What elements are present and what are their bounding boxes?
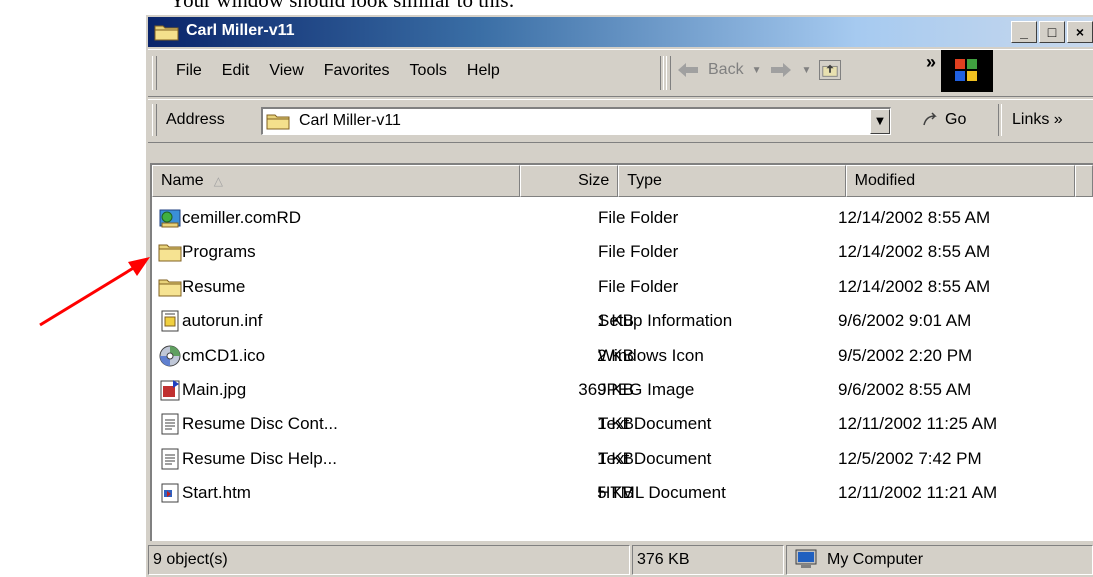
menu-toolbar: File Edit View Favorites Tools Help Back… — [148, 49, 1093, 97]
status-object-count: 9 object(s) — [148, 545, 630, 575]
title-bar[interactable]: Carl Miller-v11 _ □ × — [148, 17, 1093, 47]
minimize-button[interactable]: _ — [1011, 21, 1037, 43]
address-input[interactable]: Carl Miller-v11 ▼ — [261, 107, 891, 135]
up-folder-icon[interactable] — [819, 60, 842, 80]
instruction-caption: Your window should look similar to this: — [170, 0, 515, 12]
file-type: File Folder — [598, 208, 679, 227]
forward-arrow-icon[interactable] — [769, 61, 793, 79]
file-name[interactable]: Resume Disc Help... — [182, 449, 337, 469]
go-label: Go — [945, 111, 967, 128]
my-computer-icon — [795, 549, 817, 568]
file-name[interactable]: autorun.inf — [182, 311, 262, 331]
explorer-window: Carl Miller-v11 _ □ × File Edit View Fav… — [145, 14, 1093, 577]
file-modified: 9/5/2002 2:20 PM — [838, 345, 973, 365]
column-header-size[interactable]: Size — [520, 165, 619, 197]
file-row[interactable]: Resume Disc Cont... 1 KB Text Document 12/1… — [152, 407, 1093, 441]
file-name[interactable]: cmCD1.ico — [182, 346, 265, 366]
file-type: Windows Icon — [598, 345, 704, 365]
file-row[interactable]: cemiller.comRD File Folder 12/14/2002 8:55… — [152, 201, 1093, 235]
go-button[interactable]: Go — [921, 111, 966, 129]
text-doc-icon — [158, 447, 182, 471]
file-modified: 12/11/2002 11:25 AM — [838, 414, 998, 434]
sort-ascending-icon: △ — [213, 174, 223, 188]
status-total-size: 376 KB — [632, 545, 784, 575]
file-row[interactable]: Main.jpg 369 KB JPEG Image 9/6/2002 8:55 AM — [152, 373, 1093, 407]
file-row[interactable]: Start.htm 5 KB HTML Document 12/11/2002 11:… — [152, 476, 1093, 510]
folder-icon — [158, 275, 182, 299]
file-name[interactable]: Programs — [182, 242, 256, 262]
toolbar-separator — [998, 104, 1002, 136]
folder-icon — [158, 240, 182, 264]
file-type: Text Document — [598, 448, 712, 468]
back-button[interactable]: Back — [708, 61, 744, 79]
status-location-label: My Computer — [827, 551, 924, 568]
network-folder-icon — [158, 206, 182, 230]
html-doc-icon — [158, 481, 182, 505]
file-row[interactable]: Programs File Folder 12/14/2002 8:55 AM — [152, 235, 1093, 269]
column-header-type[interactable]: Type — [618, 165, 846, 197]
toolbar-grip[interactable] — [152, 104, 157, 136]
file-row[interactable]: cmCD1.ico 2 KB Windows Icon 9/5/2002 2:20 P… — [152, 339, 1093, 373]
file-type: JPEG Image — [598, 379, 695, 399]
file-name[interactable]: Resume Disc Cont... — [182, 414, 338, 434]
status-bar: 9 object(s) 376 KB My Computer — [148, 545, 1093, 577]
status-location: My Computer — [786, 545, 1093, 575]
file-type: File Folder — [598, 242, 679, 262]
column-header-extra[interactable] — [1075, 165, 1093, 197]
file-modified: 12/11/2002 11:21 AM — [838, 483, 998, 503]
folder-icon — [154, 25, 179, 41]
file-type: HTML Document — [598, 483, 726, 503]
file-modified: 12/14/2002 8:55 AM — [838, 208, 991, 227]
file-row[interactable]: Resume File Folder 12/14/2002 8:55 AM — [152, 270, 1093, 304]
maximize-button[interactable]: □ — [1039, 21, 1065, 43]
file-row[interactable]: autorun.inf 1 KB Setup Information 9/6/2002… — [152, 304, 1093, 338]
toolbar-grip[interactable] — [666, 56, 671, 90]
menu-view[interactable]: View — [259, 62, 313, 80]
close-button[interactable]: × — [1067, 21, 1093, 43]
image-icon — [158, 378, 182, 402]
back-dropdown-icon[interactable]: ▼ — [752, 65, 762, 76]
file-row[interactable]: Resume Disc Help... 1 KB Text Document 12/5… — [152, 442, 1093, 476]
column-headers: Name △ Size Type Modified — [152, 165, 1093, 197]
menu-edit[interactable]: Edit — [212, 62, 260, 80]
folder-icon — [266, 114, 290, 130]
menu-tools[interactable]: Tools — [400, 62, 457, 80]
links-button[interactable]: Links » — [1012, 111, 1063, 129]
address-dropdown-button[interactable]: ▼ — [870, 109, 890, 134]
address-bar: Address Carl Miller-v11 ▼ Go Links » — [148, 99, 1093, 143]
menu-help[interactable]: Help — [457, 62, 510, 80]
file-name[interactable]: Start.htm — [182, 483, 251, 503]
file-type: Text Document — [598, 414, 712, 434]
column-header-modified[interactable]: Modified — [845, 165, 1075, 197]
address-value[interactable]: Carl Miller-v11 — [299, 112, 401, 130]
toolbar-grip[interactable] — [152, 56, 157, 90]
forward-dropdown-icon[interactable]: ▼ — [801, 65, 811, 76]
cd-icon — [158, 344, 182, 368]
file-modified: 12/14/2002 8:55 AM — [838, 276, 991, 296]
file-list[interactable]: Name △ Size Type Modified cemiller.comRD F… — [150, 163, 1093, 541]
column-name-label: Name — [161, 172, 204, 189]
column-header-name[interactable]: Name △ — [152, 165, 521, 197]
file-name[interactable]: Resume — [182, 277, 245, 297]
file-type: Setup Information — [598, 311, 733, 331]
toolbar-chevron[interactable]: » — [926, 52, 936, 73]
menu-file[interactable]: File — [166, 62, 212, 80]
file-type: File Folder — [598, 276, 679, 296]
file-rows: cemiller.comRD File Folder 12/14/2002 8:55… — [152, 201, 1093, 511]
file-name[interactable]: cemiller.comRD — [182, 208, 301, 228]
setup-info-icon — [158, 309, 182, 333]
file-name[interactable]: Main.jpg — [182, 380, 246, 400]
menu-favorites[interactable]: Favorites — [314, 62, 400, 80]
back-arrow-icon[interactable] — [676, 61, 700, 79]
address-label: Address — [166, 111, 225, 128]
file-modified: 9/6/2002 8:55 AM — [838, 379, 972, 399]
file-modified: 12/5/2002 7:42 PM — [838, 448, 982, 468]
file-modified: 12/14/2002 8:55 AM — [838, 242, 991, 262]
window-title: Carl Miller-v11 — [186, 22, 295, 39]
file-modified: 9/6/2002 9:01 AM — [838, 311, 972, 331]
text-doc-icon — [158, 412, 182, 436]
go-arrow-icon — [923, 112, 937, 126]
toolbar-separator — [660, 56, 664, 90]
windows-logo-icon — [941, 50, 993, 92]
